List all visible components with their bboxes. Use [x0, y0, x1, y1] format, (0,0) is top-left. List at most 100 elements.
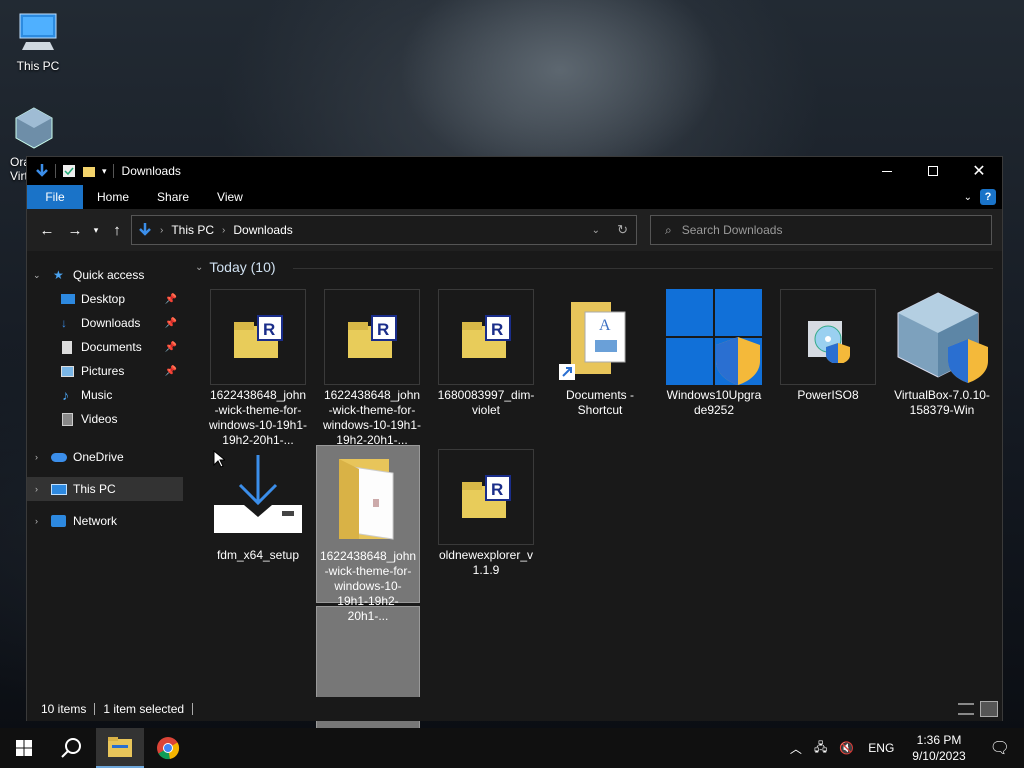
breadcrumb-this-pc[interactable]: This PC	[171, 223, 214, 237]
nav-label: Videos	[81, 412, 118, 426]
search-button[interactable]	[48, 728, 96, 768]
start-button[interactable]	[0, 728, 48, 768]
chrome-taskbar-button[interactable]	[144, 728, 192, 768]
expand-chevron-icon[interactable]: ›	[35, 484, 38, 494]
expand-chevron-icon[interactable]: ›	[35, 516, 38, 526]
file-name: 1622438648_john-wick-theme-for-windows-1…	[322, 388, 422, 447]
nav-network[interactable]: › Network	[27, 509, 183, 533]
forward-button[interactable]: →	[61, 216, 89, 244]
tab-file[interactable]: File	[27, 185, 83, 209]
nav-label: OneDrive	[73, 450, 124, 464]
properties-icon[interactable]	[62, 164, 76, 178]
file-explorer-window: ▾ Downloads ✕ File Home Share View ⌄ ? ←…	[26, 156, 1003, 765]
file-item[interactable]: A Documents - Shortcut	[548, 289, 652, 418]
pin-icon: 📌	[164, 341, 177, 353]
desktop-icon-this-pc[interactable]: This PC	[2, 10, 74, 73]
customize-qat-icon[interactable]: ▾	[102, 166, 107, 177]
poweriso-installer-icon	[780, 289, 876, 385]
file-name: 1622438648_john-wick-theme-for-windows-1…	[319, 549, 417, 623]
minimize-button[interactable]	[864, 157, 910, 185]
new-folder-icon[interactable]	[82, 164, 96, 178]
item-count: 10 items	[41, 702, 87, 716]
expand-ribbon-icon[interactable]: ⌄	[964, 192, 972, 203]
nav-videos[interactable]: Videos	[27, 407, 183, 431]
file-item[interactable]: R 1622438648_john-wick-theme-for-windows…	[206, 289, 310, 448]
file-explorer-taskbar-button[interactable]	[96, 728, 144, 768]
file-item[interactable]: Windows10Upgrade9252	[662, 289, 766, 418]
close-button[interactable]: ✕	[956, 157, 1002, 185]
file-item[interactable]: VirtualBox-7.0.10-158379-Win	[890, 289, 994, 418]
pin-icon: 📌	[164, 365, 177, 377]
network-icon	[51, 515, 66, 527]
expand-chevron-icon[interactable]: ⌄	[33, 270, 41, 281]
pictures-icon	[61, 365, 74, 377]
clock-date: 9/10/2023	[912, 749, 966, 763]
folder-icon	[108, 737, 132, 757]
address-dropdown-icon[interactable]: ⌄	[592, 225, 600, 236]
pin-icon: 📌	[164, 293, 177, 305]
network-icon[interactable]: 🖧	[808, 738, 833, 759]
show-hidden-icons-icon[interactable]: ︿	[784, 740, 808, 757]
refresh-icon[interactable]: ↻	[617, 222, 628, 238]
nav-documents[interactable]: Documents 📌	[27, 335, 183, 359]
large-icons-view-icon[interactable]	[980, 701, 998, 717]
downloads-icon	[139, 223, 151, 236]
close-icon: ✕	[972, 163, 986, 180]
nav-desktop[interactable]: Desktop 📌	[27, 287, 183, 311]
tab-view[interactable]: View	[203, 185, 257, 209]
maximize-button[interactable]	[910, 157, 956, 185]
nav-label: Documents	[81, 340, 142, 354]
file-name: Windows10Upgrade9252	[666, 388, 762, 417]
recent-locations-button[interactable]: ▾	[89, 216, 103, 244]
tab-share[interactable]: Share	[143, 185, 203, 209]
clock-time: 1:36 PM	[916, 733, 962, 747]
volume-muted-icon[interactable]: 🔇	[833, 741, 860, 755]
cloud-icon	[51, 452, 67, 462]
quick-access-toolbar: ▾	[27, 163, 114, 179]
winrar-archive-icon: R	[210, 289, 306, 385]
navigation-bar: ← → ▾ ↑ › This PC › Downloads ⌄ ↻ ⌕ Sear…	[27, 209, 1002, 251]
notifications-icon[interactable]: 🗨	[976, 738, 1024, 758]
up-button[interactable]: ↑	[103, 216, 131, 244]
breadcrumb-downloads[interactable]: Downloads	[233, 223, 292, 237]
svg-text:A: A	[599, 317, 611, 334]
details-view-icon[interactable]	[958, 703, 974, 715]
nav-label: This PC	[73, 482, 116, 496]
nav-this-pc[interactable]: › This PC	[27, 477, 183, 501]
group-header-today[interactable]: ⌄ Today (10)	[195, 259, 993, 275]
winrar-archive-icon: R	[324, 289, 420, 385]
windows-logo-icon	[16, 740, 32, 756]
address-bar[interactable]: › This PC › Downloads ⌄ ↻	[131, 215, 637, 245]
nav-label: Music	[81, 388, 113, 402]
file-item-selected[interactable]: 1622438648_john-wick-theme-for-windows-1…	[316, 445, 420, 623]
nav-pictures[interactable]: Pictures 📌	[27, 359, 183, 383]
winrar-archive-icon: R	[438, 289, 534, 385]
nav-downloads[interactable]: ↓ Downloads 📌	[27, 311, 183, 335]
tab-home[interactable]: Home	[83, 185, 143, 209]
search-icon: ⌕	[665, 222, 672, 237]
search-input[interactable]: ⌕ Search Downloads	[650, 215, 992, 245]
help-icon[interactable]: ?	[980, 189, 996, 205]
file-name: 1680083997_dim-violet	[437, 388, 535, 417]
file-item[interactable]: R oldnewexplorer_v1.1.9	[434, 449, 538, 578]
language-indicator[interactable]: ENG	[860, 741, 902, 755]
file-item[interactable]: R 1622438648_john-wick-theme-for-windows…	[320, 289, 424, 448]
minimize-icon	[882, 170, 892, 172]
computer-icon	[19, 13, 57, 50]
folder-shortcut-icon: A	[552, 289, 648, 385]
computer-icon	[51, 483, 67, 495]
group-header-label: Today (10)	[209, 259, 276, 275]
back-button[interactable]: ←	[33, 216, 61, 244]
nav-onedrive[interactable]: › OneDrive	[27, 445, 183, 469]
nav-music[interactable]: ♪ Music	[27, 383, 183, 407]
expand-chevron-icon[interactable]: ›	[35, 452, 38, 462]
clock[interactable]: 1:36 PM 9/10/2023	[902, 732, 975, 764]
pin-icon: 📌	[164, 317, 177, 329]
nav-label: Pictures	[81, 364, 125, 378]
title-bar[interactable]: ▾ Downloads ✕	[27, 157, 1002, 185]
svg-text:R: R	[377, 320, 389, 339]
downloads-icon	[36, 164, 48, 177]
nav-quick-access[interactable]: ⌄ ★ Quick access	[27, 263, 183, 287]
file-item[interactable]: R 1680083997_dim-violet	[434, 289, 538, 418]
file-item[interactable]: PowerISO8	[776, 289, 880, 403]
